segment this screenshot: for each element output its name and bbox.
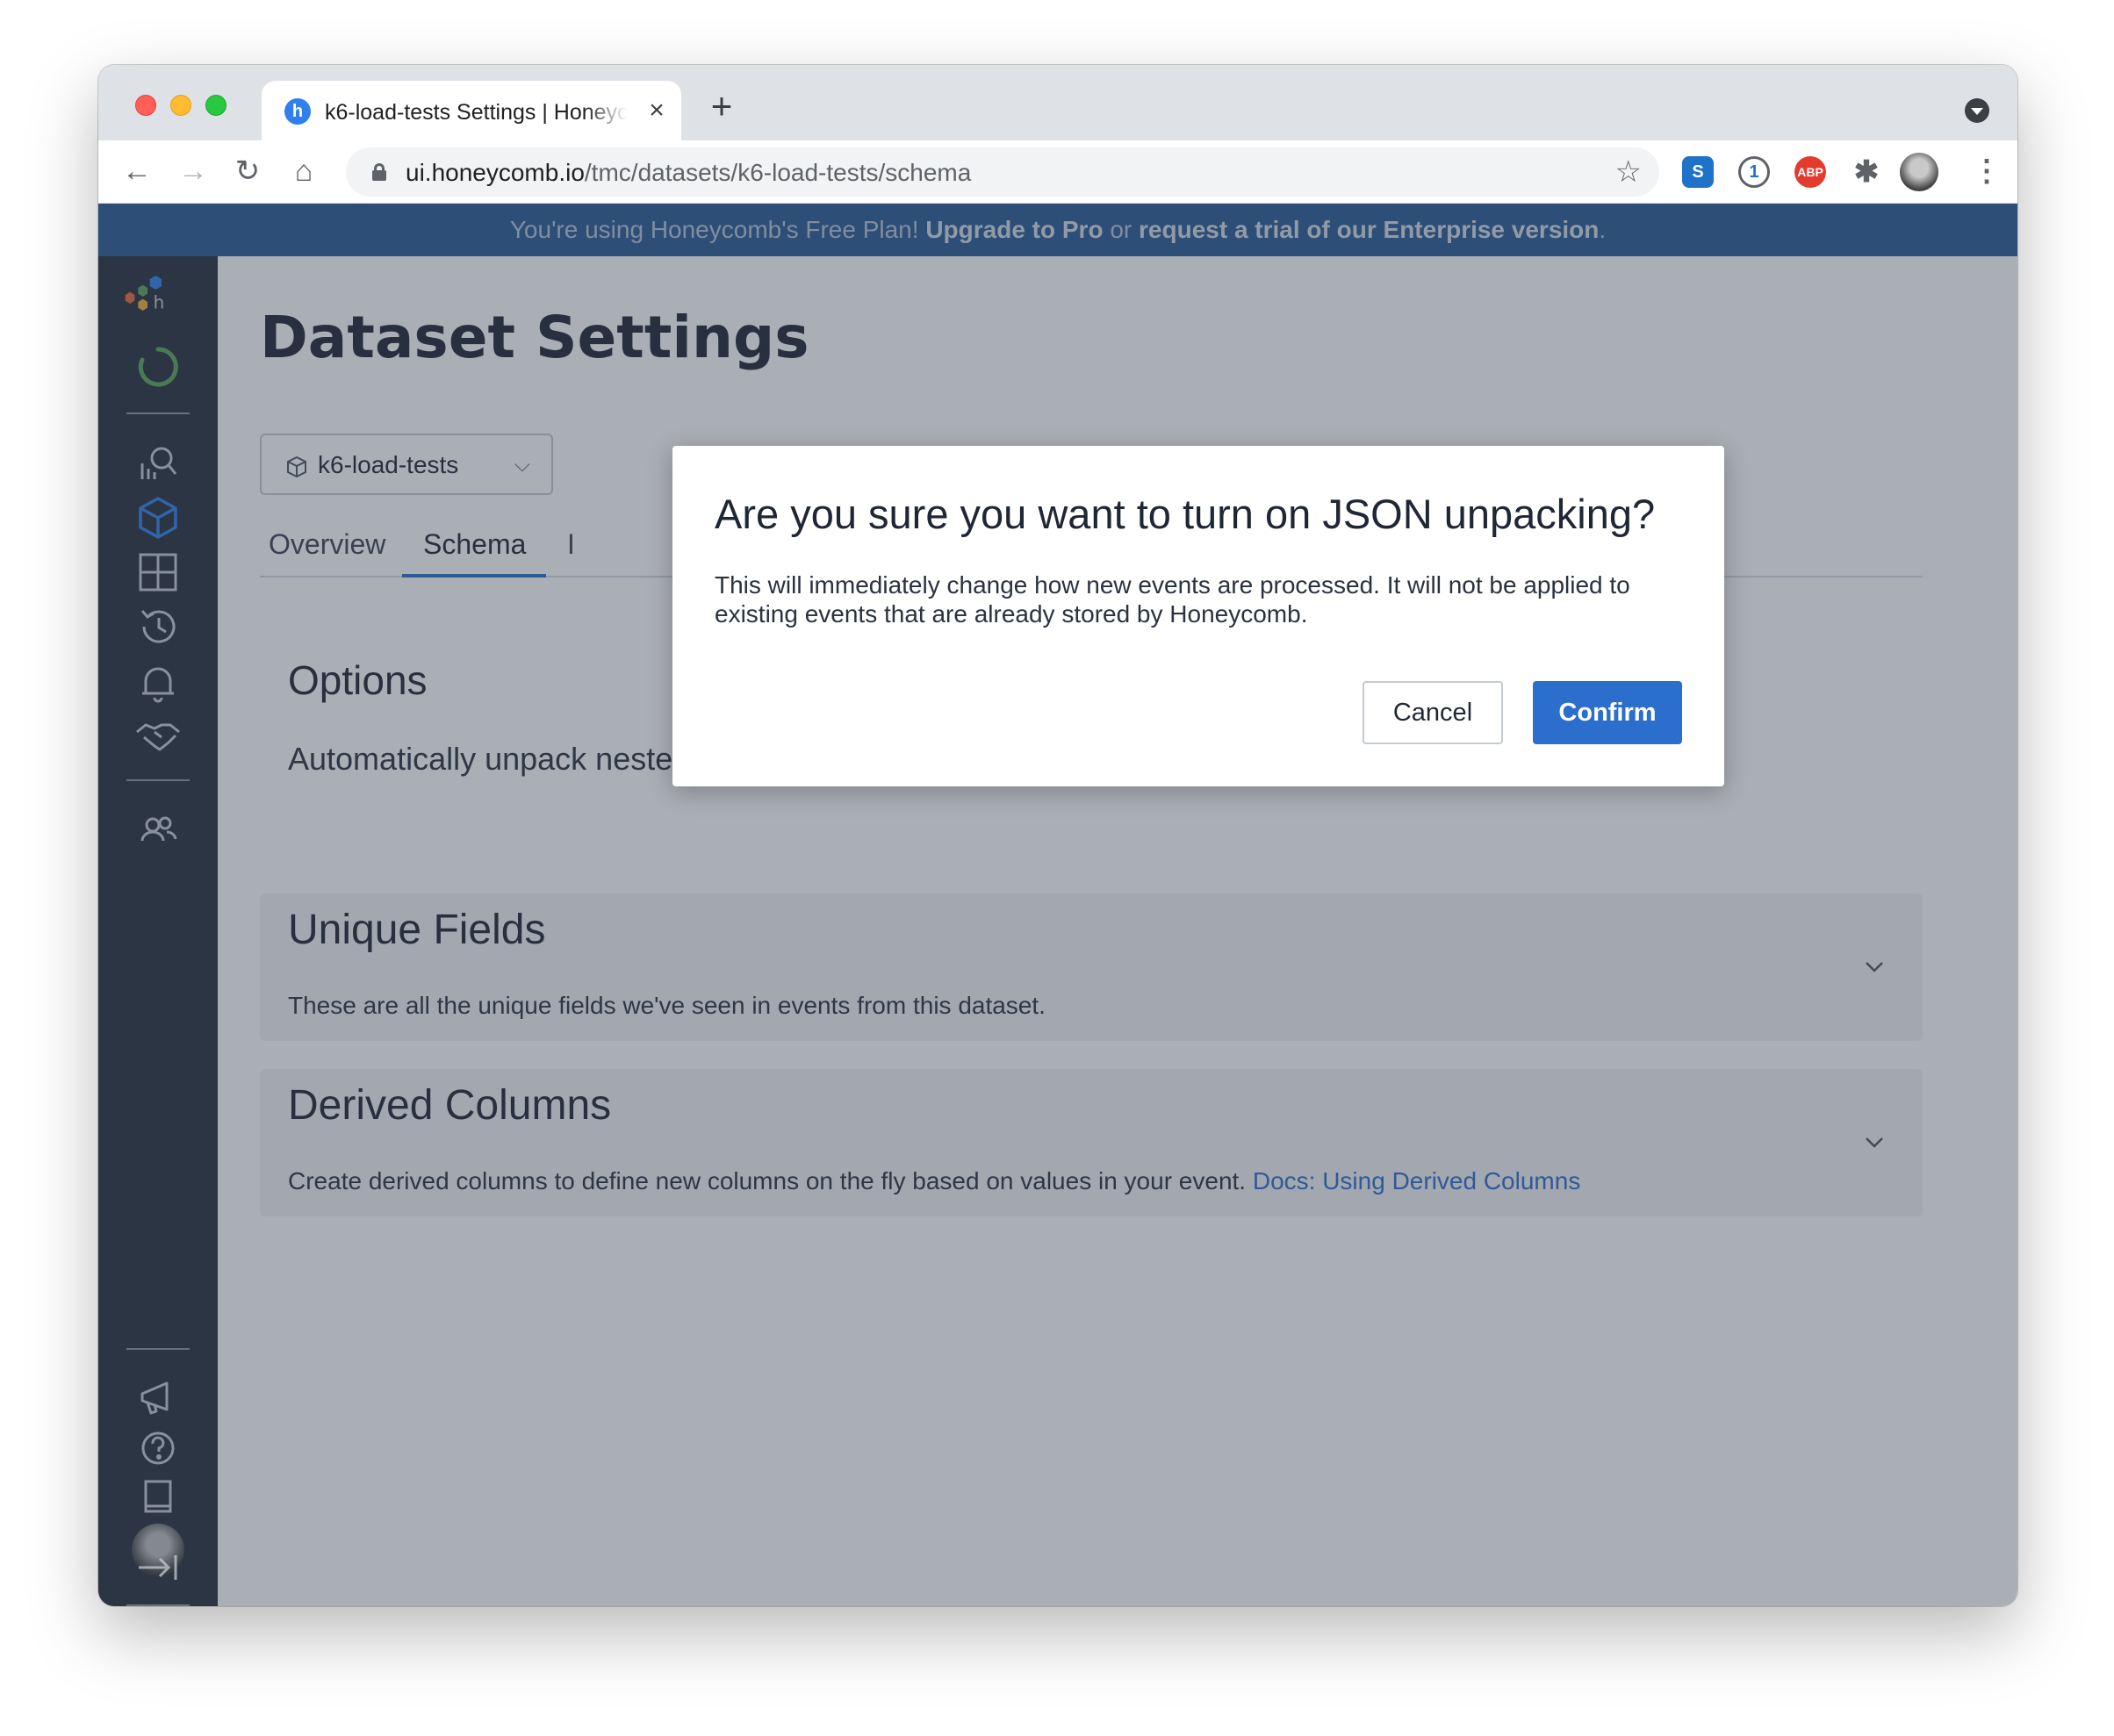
back-icon[interactable]: ← — [119, 153, 155, 190]
tab-title: k6-load-tests Settings | Honeycomb — [325, 100, 627, 125]
url-text[interactable]: ui.honeycomb.io/tmc/datasets/k6-load-tes… — [406, 159, 971, 187]
adblock-plus-icon[interactable]: ABP — [1794, 156, 1826, 188]
maximize-window-button[interactable] — [205, 95, 226, 116]
honeycomb-favicon-icon: h — [284, 98, 311, 125]
extension-s-icon[interactable]: S — [1682, 156, 1714, 188]
reload-icon[interactable]: ↻ — [230, 153, 265, 190]
profile-avatar[interactable] — [1900, 153, 1938, 191]
browser-toolbar: ← → ↻ ⌂ ui.honeycomb.io/tmc/datasets/k6-… — [98, 140, 2017, 204]
modal-title: Are you sure you want to turn on JSON un… — [715, 491, 1656, 537]
minimize-window-button[interactable] — [170, 95, 191, 116]
confirm-json-unpacking-modal: Are you sure you want to turn on JSON un… — [672, 446, 1724, 786]
browser-tab[interactable]: h k6-load-tests Settings | Honeycomb × — [262, 81, 681, 140]
close-window-button[interactable] — [135, 95, 156, 116]
tab-search-icon[interactable] — [1965, 98, 1989, 123]
lock-icon — [372, 163, 386, 181]
browser-menu-icon[interactable]: ⋮ — [1972, 156, 2002, 186]
home-icon[interactable]: ⌂ — [286, 153, 321, 190]
confirm-button[interactable]: Confirm — [1533, 681, 1682, 744]
extensions-puzzle-icon[interactable]: ✱ — [1851, 156, 1882, 188]
forward-icon[interactable]: → — [176, 153, 211, 190]
tab-close-icon[interactable]: × — [644, 97, 669, 125]
url-host: ui.honeycomb.io — [406, 159, 585, 186]
modal-backdrop[interactable] — [98, 204, 2017, 1606]
bookmark-star-icon[interactable]: ☆ — [1615, 154, 1642, 190]
browser-window: h k6-load-tests Settings | Honeycomb × +… — [98, 65, 2017, 1606]
url-path: /tmc/datasets/k6-load-tests/schema — [584, 159, 972, 186]
new-tab-button[interactable]: + — [704, 88, 739, 125]
title-bar: h k6-load-tests Settings | Honeycomb × + — [98, 65, 2017, 140]
password-manager-icon[interactable]: 1 — [1738, 156, 1770, 188]
modal-body: This will immediately change how new eve… — [715, 571, 1630, 628]
collapse-sidebar-icon[interactable] — [133, 1550, 183, 1585]
cancel-button[interactable]: Cancel — [1363, 681, 1503, 744]
address-bar[interactable]: ui.honeycomb.io/tmc/datasets/k6-load-tes… — [346, 147, 1659, 197]
